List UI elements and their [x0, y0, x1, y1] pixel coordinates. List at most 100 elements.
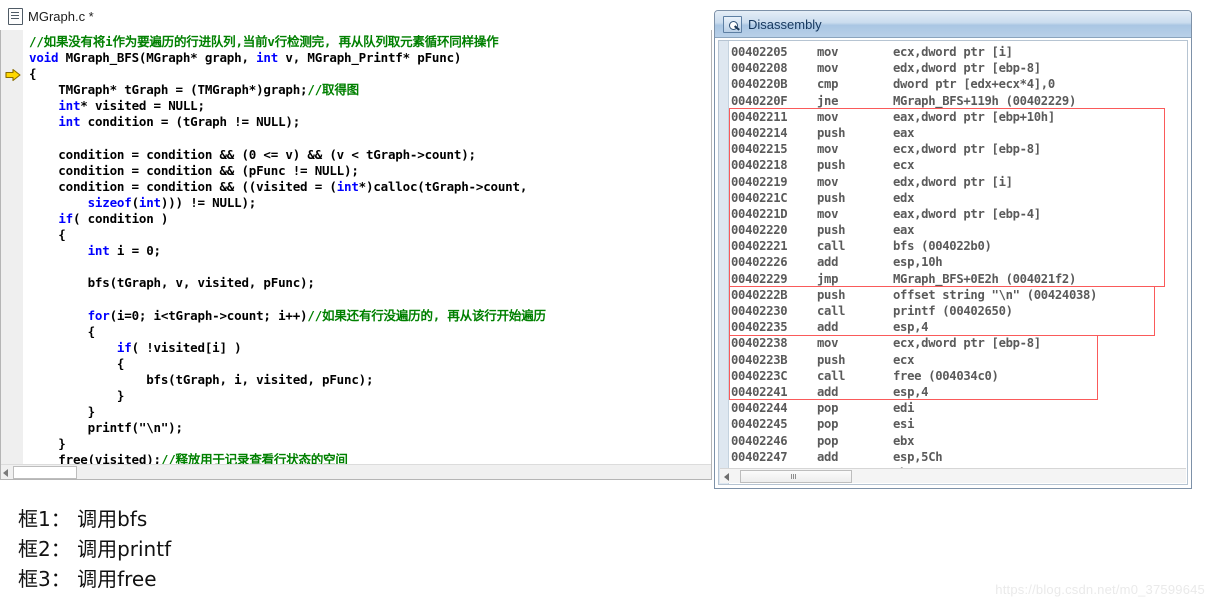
instruction-mnemonic: call — [817, 304, 846, 318]
disassembly-row[interactable]: 0040220B cmp dword ptr [edx+ecx*4],0 — [731, 76, 1187, 92]
scroll-left-arrow-icon[interactable] — [3, 469, 8, 477]
code-line: int i = 0; — [29, 243, 709, 259]
code-text: v, MGraph_Printf* pFunc) — [278, 50, 462, 66]
instruction-operands: edx,dword ptr [i] — [893, 174, 1013, 189]
code-line: for(i=0; i<tGraph->count; i++)//如果还有行没遍历… — [29, 308, 709, 324]
code-text: condition = condition && ((visited = ( — [29, 178, 337, 194]
instruction-mnemonic: jne — [817, 93, 839, 108]
code-text: MGraph_BFS(MGraph* graph, — [58, 50, 257, 66]
code-comment: //取得图 — [307, 82, 359, 98]
code-line: if( condition ) — [29, 211, 709, 227]
code-text: bfs(tGraph, i, visited, pFunc); — [29, 371, 374, 387]
instruction-operands: edx,dword ptr [ebp-8] — [893, 61, 1041, 76]
editor-tab-mgraph-c[interactable]: MGraph.c * — [4, 3, 102, 29]
instruction-mnemonic: add — [817, 320, 839, 335]
code-text: printf("\n"); — [29, 420, 183, 436]
code-line: { — [29, 356, 709, 372]
code-text: { — [29, 355, 125, 371]
instruction-address: 00402215 — [731, 142, 788, 157]
source-code-text[interactable]: //如果没有将i作为要遍历的行进队列,当前v行检测完, 再从队列取元素循环同样操… — [29, 34, 709, 479]
code-line: int* visited = NULL; — [29, 98, 709, 114]
scroll-left-arrow-icon[interactable] — [724, 473, 729, 481]
disassembly-title-bar[interactable]: Disassembly — [715, 11, 1191, 38]
caption-line: 框2： 调用printf — [18, 537, 172, 561]
disassembly-row[interactable]: 00402230 call printf (00402650) — [731, 303, 1187, 319]
disassembly-row[interactable]: 00402241 add esp,4 — [731, 384, 1187, 400]
disassembly-row[interactable]: 00402214 push eax — [731, 125, 1187, 141]
code-keyword: int — [58, 98, 81, 114]
instruction-mnemonic: pop — [817, 417, 839, 432]
code-keyword: int — [138, 194, 161, 210]
disassembly-row[interactable]: 00402245 pop esi — [731, 416, 1187, 432]
disassembly-list-container[interactable]: 00402205 mov ecx,dword ptr [i] 00402208 mov e… — [718, 40, 1188, 485]
code-text: ( !visited[i] ) — [131, 339, 242, 355]
disassembly-row[interactable]: 00402211 mov eax,dword ptr [ebp+10h] — [731, 109, 1187, 125]
disassembly-breakpoint-margin[interactable] — [719, 41, 729, 484]
disassembly-row[interactable]: 00402244 pop edi — [731, 400, 1187, 416]
source-editor-window: MGraph.c * //如果没有将i作为要遍历的行进队列,当前v行检测完, 再… — [0, 0, 712, 494]
disassembly-row[interactable]: 00402246 pop ebx — [731, 433, 1187, 449]
instruction-address: 00402235 — [731, 320, 788, 335]
editor-hscroll-thumb[interactable] — [13, 466, 77, 479]
instruction-operands: MGraph_BFS+119h (00402229) — [893, 93, 1076, 108]
disassembly-row[interactable]: 00402221 call bfs (004022b0) — [731, 238, 1187, 254]
disassembly-row[interactable]: 00402229 jmp MGraph_BFS+0E2h (004021f2) — [731, 271, 1187, 287]
disassembly-window: Disassembly 00402205 mov ecx,dword ptr [i]… — [714, 10, 1192, 489]
instruction-address: 0040222B — [731, 287, 788, 302]
instruction-operands: ecx,dword ptr [ebp-8] — [893, 142, 1041, 157]
disassembly-row[interactable]: 0040220F jne MGraph_BFS+119h (00402229) — [731, 93, 1187, 109]
disassembly-row[interactable]: 00402220 push eax — [731, 222, 1187, 238]
instruction-address: 00402211 — [731, 109, 788, 124]
instruction-address: 00402244 — [731, 401, 788, 416]
instruction-operands: eax,dword ptr [ebp-4] — [893, 206, 1041, 221]
code-line: condition = condition && ((visited = (in… — [29, 179, 709, 195]
disassembly-horizontal-scrollbar[interactable] — [720, 468, 1186, 483]
disassembly-row[interactable]: 0040221C push edx — [731, 190, 1187, 206]
editor-gutter[interactable] — [1, 30, 24, 479]
disassembly-title-label: Disassembly — [748, 16, 822, 32]
disassembly-row[interactable]: 00402205 mov ecx,dword ptr [i] — [731, 44, 1187, 60]
instruction-address: 00402246 — [731, 433, 788, 448]
editor-horizontal-scrollbar[interactable] — [1, 464, 711, 479]
instruction-operands: esp,4 — [893, 384, 929, 399]
instruction-address: 00402218 — [731, 158, 788, 173]
code-comment: //如果还有行没遍历的, 再从该行开始遍历 — [307, 307, 546, 323]
code-keyword: int — [256, 50, 279, 66]
disassembly-row[interactable]: 00402235 add esp,4 — [731, 319, 1187, 335]
disassembly-row[interactable]: 00402218 push ecx — [731, 157, 1187, 173]
disassembly-instruction-list[interactable]: 00402205 mov ecx,dword ptr [i] 00402208 mov e… — [731, 44, 1187, 481]
instruction-operands: ebx — [893, 433, 915, 448]
editor-text-area[interactable]: //如果没有将i作为要遍历的行进队列,当前v行检测完, 再从队列取元素循环同样操… — [0, 30, 712, 480]
code-keyword: if — [116, 339, 132, 355]
code-line: void MGraph_BFS(MGraph* graph, int v, MG… — [29, 50, 709, 66]
disassembly-row[interactable]: 00402238 mov ecx,dword ptr [ebp-8] — [731, 335, 1187, 351]
watermark-url: https://blog.csdn.net/m0_37599645 — [995, 582, 1205, 597]
instruction-mnemonic: add — [817, 384, 839, 399]
instruction-mnemonic: push — [817, 287, 846, 302]
disassembly-row[interactable]: 0040222B push offset string "\n" (00424038… — [731, 287, 1187, 303]
disassembly-row[interactable]: 0040223C call free (004034c0) — [731, 368, 1187, 384]
code-line: int condition = (tGraph != NULL); — [29, 114, 709, 130]
instruction-mnemonic: push — [817, 223, 846, 238]
instruction-address: 0040220F — [731, 93, 788, 108]
code-line: { — [29, 324, 709, 340]
instruction-address: 00402220 — [731, 223, 788, 238]
disassembly-row[interactable]: 00402219 mov edx,dword ptr [i] — [731, 174, 1187, 190]
instruction-operands: esp,4 — [893, 320, 929, 335]
code-line: } — [29, 388, 709, 404]
code-text: condition = condition && (pFunc != NULL)… — [29, 162, 359, 178]
disassembly-row[interactable]: 00402208 mov edx,dword ptr [ebp-8] — [731, 60, 1187, 76]
disassembly-row[interactable]: 00402247 add esp,5Ch — [731, 449, 1187, 465]
instruction-address: 00402247 — [731, 449, 788, 464]
disassembly-row[interactable]: 00402226 add esp,10h — [731, 254, 1187, 270]
code-keyword: void — [29, 50, 59, 66]
disassembly-hscroll-thumb[interactable] — [740, 470, 852, 483]
disassembly-row[interactable]: 0040223B push ecx — [731, 352, 1187, 368]
disassembly-row[interactable]: 0040221D mov eax,dword ptr [ebp-4] — [731, 206, 1187, 222]
instruction-address: 00402221 — [731, 239, 788, 254]
disassembly-row[interactable]: 00402215 mov ecx,dword ptr [ebp-8] — [731, 141, 1187, 157]
instruction-address: 0040220B — [731, 77, 788, 92]
